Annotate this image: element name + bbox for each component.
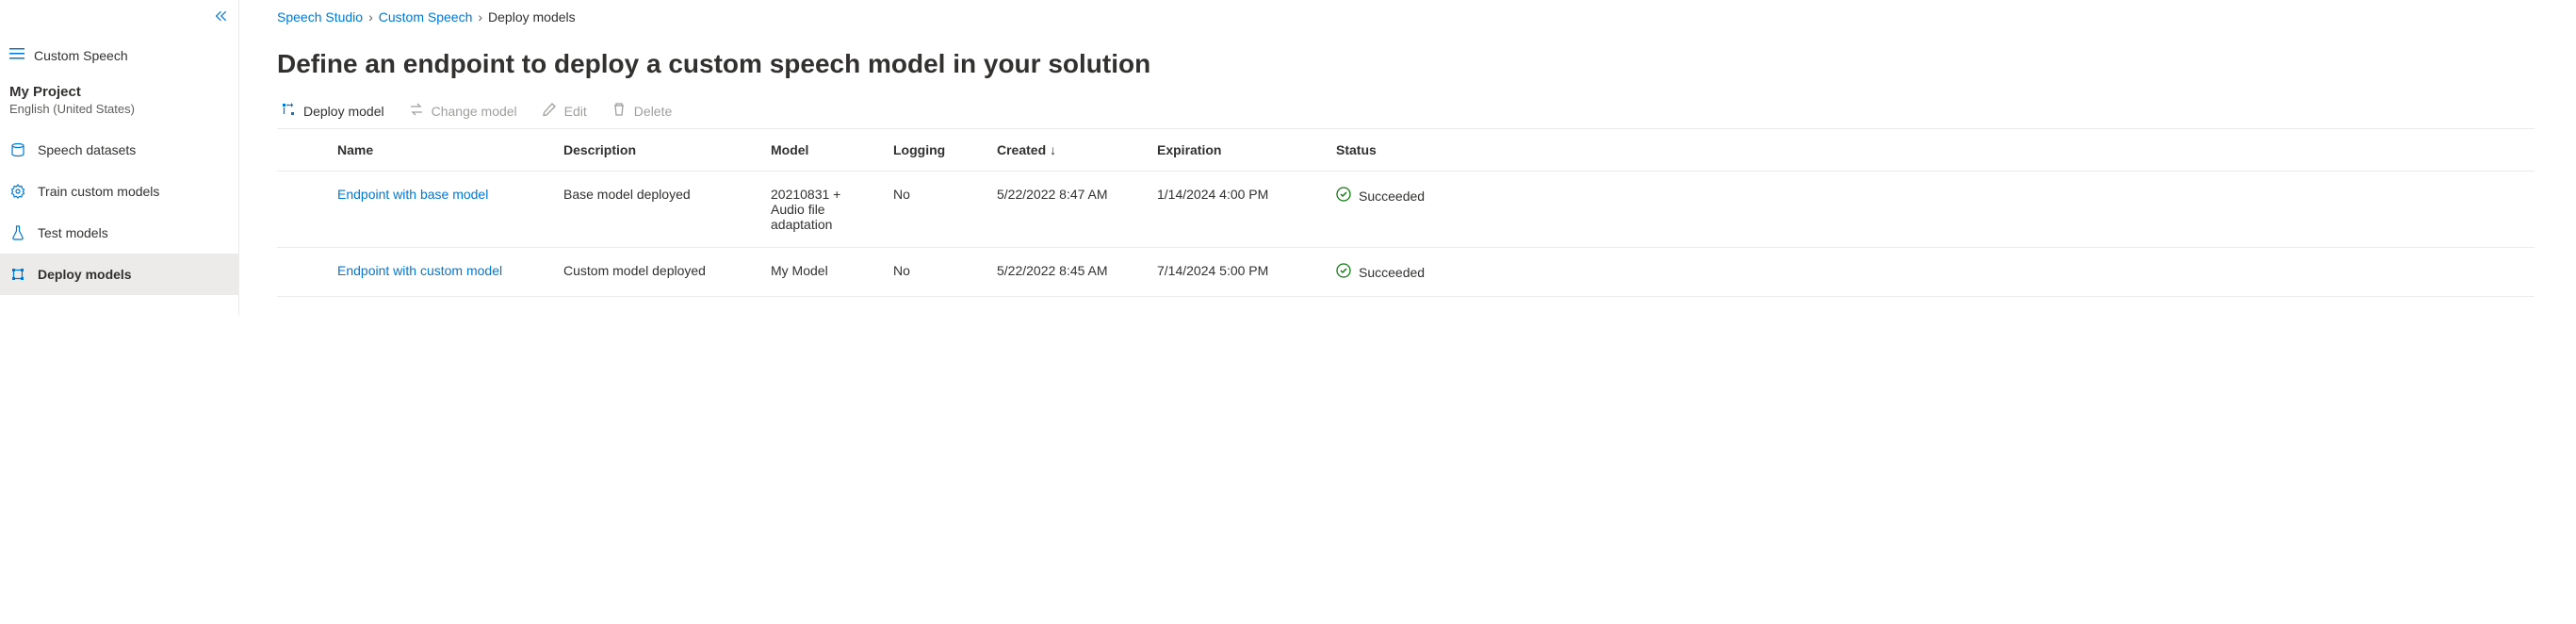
cell-expiration: 7/14/2024 5:00 PM (1146, 248, 1325, 297)
column-model[interactable]: Model (759, 129, 882, 172)
table-row[interactable]: Endpoint with custom model Custom model … (277, 248, 2535, 297)
cell-description: Custom model deployed (552, 248, 759, 297)
cell-status: Succeeded (1325, 172, 2535, 248)
column-description[interactable]: Description (552, 129, 759, 172)
edit-button: Edit (542, 102, 587, 121)
cell-logging: No (882, 172, 986, 248)
database-icon (9, 142, 26, 157)
status-text: Succeeded (1359, 265, 1425, 280)
breadcrumb: Speech Studio › Custom Speech › Deploy m… (277, 9, 2535, 25)
breadcrumb-current: Deploy models (488, 9, 576, 25)
gear-icon (9, 184, 26, 199)
toolbar-label: Deploy model (303, 104, 384, 119)
chevron-right-icon: › (368, 9, 373, 25)
sidebar-item-label: Train custom models (38, 184, 159, 199)
deploy-icon (281, 102, 296, 121)
chevron-right-icon: › (478, 9, 482, 25)
sidebar-header-label: Custom Speech (34, 48, 128, 63)
endpoint-name-link[interactable]: Endpoint with custom model (326, 248, 552, 297)
list-icon (9, 47, 24, 63)
sidebar-item-label: Test models (38, 225, 108, 240)
sidebar-item-train-models[interactable]: Train custom models (0, 171, 238, 212)
project-name: My Project (9, 84, 229, 100)
main-content: Speech Studio › Custom Speech › Deploy m… (239, 0, 2576, 316)
sidebar-header[interactable]: Custom Speech (0, 36, 238, 74)
cell-description: Base model deployed (552, 172, 759, 248)
deploy-model-button[interactable]: Deploy model (281, 102, 384, 121)
breadcrumb-link-custom-speech[interactable]: Custom Speech (379, 9, 473, 25)
cell-expiration: 1/14/2024 4:00 PM (1146, 172, 1325, 248)
sidebar-item-deploy-models[interactable]: Deploy models (0, 254, 238, 295)
cell-created: 5/22/2022 8:45 AM (986, 248, 1146, 297)
sidebar-item-label: Deploy models (38, 267, 132, 282)
edit-icon (542, 102, 557, 121)
deploy-icon (9, 267, 26, 282)
change-model-button: Change model (409, 102, 517, 121)
cell-status: Succeeded (1325, 248, 2535, 297)
column-logging[interactable]: Logging (882, 129, 986, 172)
sort-down-icon: ↓ (1050, 142, 1056, 157)
project-info: My Project English (United States) (0, 74, 238, 129)
flask-icon (9, 225, 26, 240)
status-text: Succeeded (1359, 189, 1425, 204)
toolbar-label: Edit (564, 104, 587, 119)
sidebar-item-speech-datasets[interactable]: Speech datasets (0, 129, 238, 171)
chevron-double-left-icon (214, 9, 227, 23)
row-select-cell[interactable] (277, 172, 326, 248)
cell-logging: No (882, 248, 986, 297)
cell-model: My Model (759, 248, 882, 297)
toolbar-label: Change model (432, 104, 517, 119)
collapse-sidebar-button[interactable] (214, 9, 227, 25)
row-select-cell[interactable] (277, 248, 326, 297)
breadcrumb-link-speech-studio[interactable]: Speech Studio (277, 9, 363, 25)
endpoint-name-link[interactable]: Endpoint with base model (326, 172, 552, 248)
delete-button: Delete (611, 102, 672, 121)
column-created[interactable]: Created↓ (986, 129, 1146, 172)
cell-model: 20210831 + Audio file adaptation (759, 172, 882, 248)
column-status[interactable]: Status (1325, 129, 2535, 172)
cell-created: 5/22/2022 8:47 AM (986, 172, 1146, 248)
column-expiration[interactable]: Expiration (1146, 129, 1325, 172)
table-row[interactable]: Endpoint with base model Base model depl… (277, 172, 2535, 248)
endpoints-table: Name Description Model Logging Created↓ … (277, 128, 2535, 297)
success-icon (1336, 263, 1351, 281)
project-locale: English (United States) (9, 102, 229, 116)
sidebar-item-label: Speech datasets (38, 142, 136, 157)
success-icon (1336, 187, 1351, 205)
column-select[interactable] (277, 129, 326, 172)
toolbar-label: Delete (634, 104, 672, 119)
page-title: Define an endpoint to deploy a custom sp… (277, 49, 2535, 79)
swap-icon (409, 102, 424, 121)
toolbar: Deploy model Change model Edit Delete (277, 102, 2535, 121)
sidebar-item-test-models[interactable]: Test models (0, 212, 238, 254)
trash-icon (611, 102, 627, 121)
sidebar: Custom Speech My Project English (United… (0, 0, 239, 316)
column-name[interactable]: Name (326, 129, 552, 172)
